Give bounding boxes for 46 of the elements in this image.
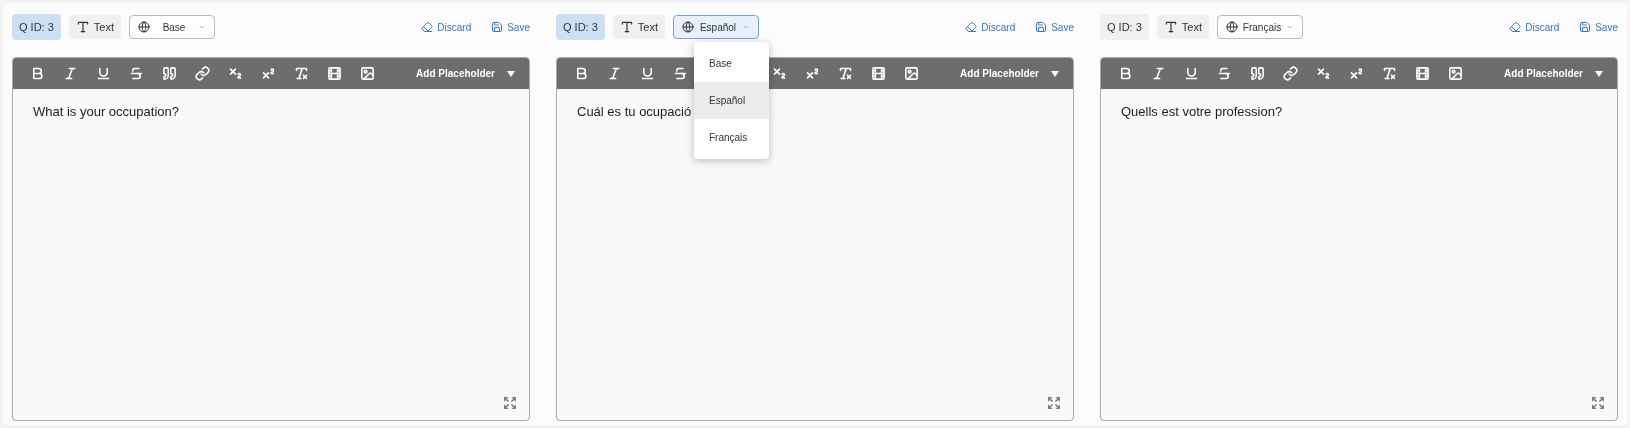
language-select[interactable]: Base: [129, 15, 216, 39]
expand-icon[interactable]: [1591, 396, 1605, 410]
question-id-badge: Q ID: 3: [1100, 13, 1149, 41]
save-icon: [491, 21, 504, 33]
caret-icon: [507, 70, 515, 77]
expand-icon[interactable]: [503, 396, 517, 410]
caret-icon: [1286, 23, 1295, 31]
discard-button[interactable]: Discard: [1509, 19, 1560, 35]
globe-icon: [682, 21, 695, 33]
language-option[interactable]: Français: [694, 119, 769, 156]
save-button[interactable]: Save: [491, 19, 530, 35]
language-option[interactable]: Base: [694, 45, 769, 82]
question-text[interactable]: What is your occupation?: [33, 102, 509, 122]
link-icon[interactable]: [192, 63, 212, 84]
expand-icon[interactable]: [1047, 396, 1061, 410]
caret-icon: [1051, 70, 1059, 77]
text-icon: [75, 20, 90, 34]
globe-icon: [138, 21, 151, 33]
save-button[interactable]: Save: [1579, 19, 1618, 35]
save-button[interactable]: Save: [1035, 19, 1074, 35]
add-placeholder-menu[interactable]: Add Placeholder: [1504, 66, 1603, 81]
language-select[interactable]: Español: [673, 15, 760, 39]
type-badge: Text: [68, 14, 122, 40]
type-badge: Text: [1156, 14, 1210, 40]
link-icon[interactable]: [1280, 63, 1300, 84]
language-select[interactable]: Français: [1217, 15, 1304, 39]
type-badge: Text: [612, 14, 666, 40]
eraser-icon: [1509, 21, 1522, 33]
question-id-badge: Q ID: 3: [12, 13, 61, 41]
add-placeholder-menu[interactable]: Add Placeholder: [416, 66, 515, 81]
eraser-icon: [421, 21, 434, 33]
caret-icon: [1595, 70, 1603, 77]
caret-icon: [198, 23, 207, 31]
question-text[interactable]: Quells est votre profession?: [1121, 102, 1597, 122]
caret-icon: [742, 23, 751, 31]
text-icon: [619, 20, 634, 34]
discard-button[interactable]: Discard: [965, 19, 1016, 35]
language-option[interactable]: Español: [694, 82, 769, 119]
save-icon: [1035, 21, 1048, 33]
add-placeholder-menu[interactable]: Add Placeholder: [960, 66, 1059, 81]
question-id-badge: Q ID: 3: [556, 13, 605, 41]
save-icon: [1579, 21, 1592, 33]
globe-icon: [1226, 21, 1239, 33]
eraser-icon: [965, 21, 978, 33]
text-icon: [1163, 20, 1178, 34]
discard-button[interactable]: Discard: [421, 19, 472, 35]
